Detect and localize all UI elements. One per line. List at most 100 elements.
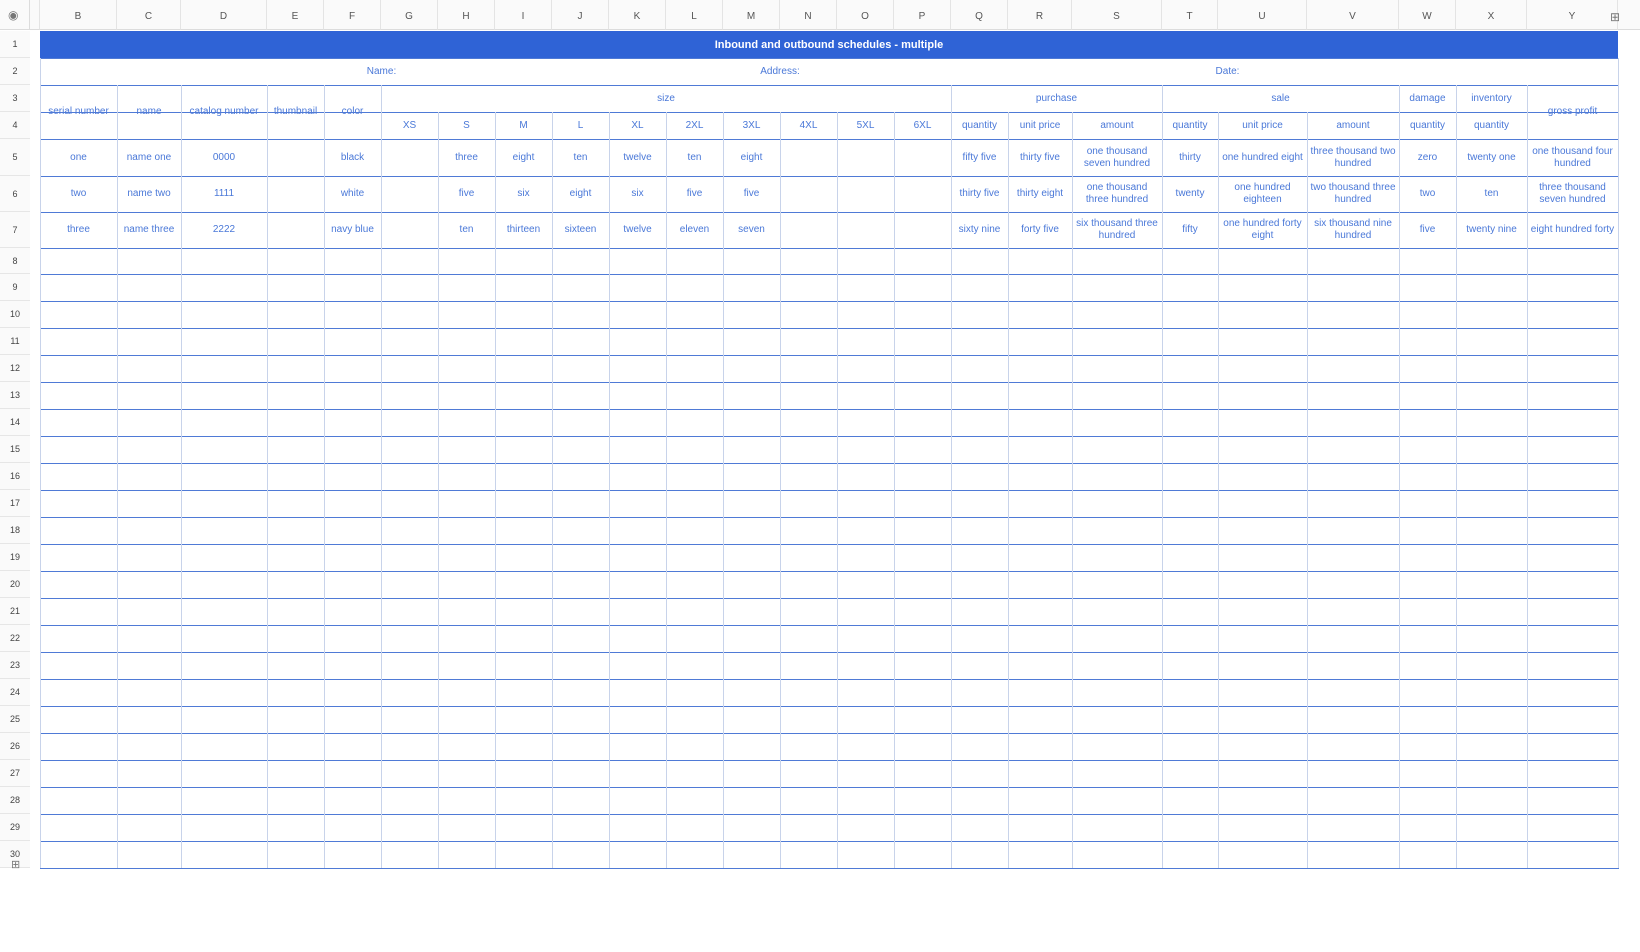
row-header-4[interactable]: 4 [0,112,30,139]
header-size-s[interactable]: S [438,112,495,139]
row-header-16[interactable]: 16 [0,463,30,490]
column-header-J[interactable]: J [552,0,609,30]
table-cell[interactable] [894,176,951,212]
header-size-6xl[interactable]: 6XL [894,112,951,139]
add-row-icon[interactable]: ⊞ [11,858,20,871]
table-cell[interactable]: six [609,176,666,212]
column-header-S[interactable]: S [1072,0,1162,30]
column-header-R[interactable]: R [1008,0,1072,30]
table-cell[interactable] [780,176,837,212]
header-size-xl[interactable]: XL [609,112,666,139]
table-cell[interactable]: white [324,176,381,212]
table-cell[interactable]: sixty nine [951,212,1008,248]
table-cell[interactable]: five [723,176,780,212]
table-cell[interactable] [837,212,894,248]
table-cell[interactable]: one hundred eighteen [1218,176,1307,212]
table-cell[interactable]: three [438,139,495,176]
header-size-3xl[interactable]: 3XL [723,112,780,139]
row-header-28[interactable]: 28 [0,787,30,814]
column-header-P[interactable]: P [894,0,951,30]
date-field[interactable]: Date: [837,58,1618,85]
table-cell[interactable]: ten [438,212,495,248]
row-header-10[interactable]: 10 [0,301,30,328]
table-cell[interactable]: two thousand three hundred [1307,176,1399,212]
add-column-icon[interactable]: ⊞ [1610,10,1620,24]
table-cell[interactable]: five [666,176,723,212]
table-cell[interactable]: thirty eight [1008,176,1072,212]
column-header-D[interactable]: D [181,0,267,30]
row-header-15[interactable]: 15 [0,436,30,463]
column-header-E[interactable]: E [267,0,324,30]
table-cell[interactable]: black [324,139,381,176]
table-cell[interactable] [780,212,837,248]
table-cell[interactable] [267,139,324,176]
row-header-26[interactable]: 26 [0,733,30,760]
row-header-8[interactable]: 8 [0,248,30,274]
table-cell[interactable]: forty five [1008,212,1072,248]
row-header-9[interactable]: 9 [0,274,30,301]
header-purchase-sub[interactable]: quantity [951,112,1008,139]
header-size-5xl[interactable]: 5XL [837,112,894,139]
table-cell[interactable]: three thousand seven hundred [1527,176,1618,212]
table-cell[interactable] [837,139,894,176]
table-cell[interactable]: name one [117,139,181,176]
table-cell[interactable]: sixteen [552,212,609,248]
row-header-7[interactable]: 7 [0,212,30,248]
table-cell[interactable]: three [40,212,117,248]
table-cell[interactable]: eight [552,176,609,212]
name-field[interactable]: Name: [40,58,723,85]
row-header-14[interactable]: 14 [0,409,30,436]
table-cell[interactable]: twenty nine [1456,212,1527,248]
column-header-W[interactable]: W [1399,0,1456,30]
table-cell[interactable]: six thousand nine hundred [1307,212,1399,248]
table-cell[interactable]: eight [495,139,552,176]
table-cell[interactable]: navy blue [324,212,381,248]
table-cell[interactable]: name two [117,176,181,212]
eye-icon[interactable]: ◉ [8,8,18,22]
spreadsheet[interactable]: ◉ BCDEFGHIJKLMNOPQRSTUVWXY 1 2 3 4 5 6 7 8 9 10 11… [0,0,1640,952]
column-header-C[interactable]: C [117,0,181,30]
header-size-xs[interactable]: XS [381,112,438,139]
column-header-U[interactable]: U [1218,0,1307,30]
column-header-O[interactable]: O [837,0,894,30]
table-cell[interactable]: five [1399,212,1456,248]
row-header-21[interactable]: 21 [0,598,30,625]
header-purchase-sub[interactable]: amount [1072,112,1162,139]
header-purchase[interactable]: purchase [951,85,1162,112]
column-header-G[interactable]: G [381,0,438,30]
header-damage[interactable]: damage [1399,85,1456,112]
table-cell[interactable]: one thousand three hundred [1072,176,1162,212]
header-size-m[interactable]: M [495,112,552,139]
table-cell[interactable] [381,139,438,176]
select-all-corner[interactable]: ◉ [0,0,30,30]
table-cell[interactable] [381,212,438,248]
row-header-25[interactable]: 25 [0,706,30,733]
column-header-A[interactable] [30,0,40,30]
header-size-4xl[interactable]: 4XL [780,112,837,139]
row-header-23[interactable]: 23 [0,652,30,679]
table-cell[interactable]: twelve [609,212,666,248]
table-cell[interactable]: two [40,176,117,212]
table-cell[interactable] [837,176,894,212]
table-cell[interactable]: seven [723,212,780,248]
column-header-H[interactable]: H [438,0,495,30]
row-header-3[interactable]: 3 [0,85,30,112]
column-header-N[interactable]: N [780,0,837,30]
address-field[interactable]: Address: [723,58,837,85]
table-cell[interactable]: thirty five [951,176,1008,212]
table-cell[interactable]: eleven [666,212,723,248]
table-cell[interactable]: twenty [1162,176,1218,212]
table-cell[interactable]: thirty [1162,139,1218,176]
row-header-6[interactable]: 6 [0,176,30,212]
row-header-19[interactable]: 19 [0,544,30,571]
table-cell[interactable]: name three [117,212,181,248]
table-cell[interactable]: zero [1399,139,1456,176]
row-header-22[interactable]: 22 [0,625,30,652]
table-cell[interactable]: one hundred forty eight [1218,212,1307,248]
table-cell[interactable] [894,139,951,176]
row-header-1[interactable]: 1 [0,31,30,58]
row-header-20[interactable]: 20 [0,571,30,598]
header-purchase-sub[interactable]: unit price [1008,112,1072,139]
table-cell[interactable]: one hundred eight [1218,139,1307,176]
table-cell[interactable]: six [495,176,552,212]
